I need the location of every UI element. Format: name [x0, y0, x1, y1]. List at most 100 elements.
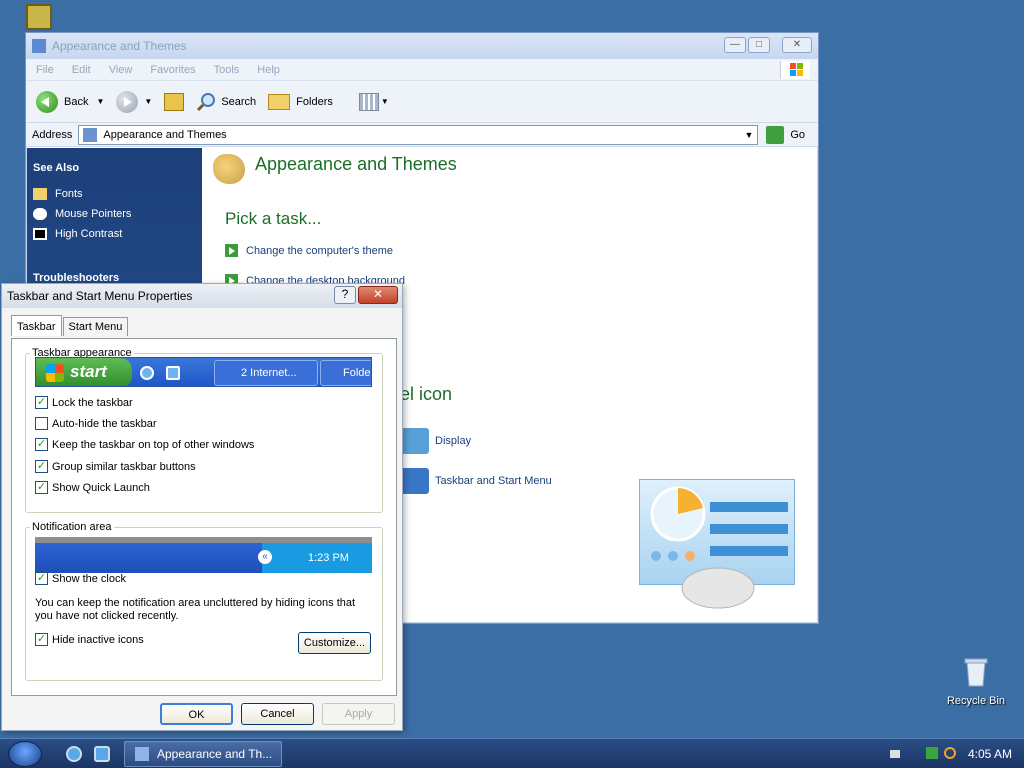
task-arrow-icon: [225, 244, 238, 257]
sidebar-item-fonts[interactable]: Fonts: [27, 184, 202, 204]
recycle-bin[interactable]: Recycle Bin: [940, 656, 1012, 707]
views-button[interactable]: ▼: [358, 92, 389, 111]
ie-quicklaunch-icon[interactable]: [66, 746, 82, 762]
checkbox-box[interactable]: [35, 417, 48, 430]
mouse-icon: [33, 208, 47, 220]
network-icon[interactable]: [926, 747, 938, 759]
sidebar-item-high-contrast[interactable]: High Contrast: [27, 224, 202, 244]
notification-preview: 1:23 PM «: [35, 537, 372, 573]
go-arrow-icon: [766, 125, 785, 144]
sidebar-item-mouse-pointers[interactable]: Mouse Pointers: [27, 204, 202, 224]
taskbar-preview: start 2 Internet... Folde: [35, 357, 372, 387]
dialog-title: Taskbar and Start Menu Properties: [7, 289, 193, 303]
folders-button[interactable]: Folders: [268, 93, 333, 110]
windows-logo-icon: [46, 364, 64, 382]
checkbox-box[interactable]: ✓: [35, 481, 48, 494]
taskbar-icon: [401, 468, 429, 494]
display-icon: [401, 428, 429, 454]
taskbar-start-menu-link[interactable]: Taskbar and Start Menu: [401, 468, 552, 494]
tab-strip: Taskbar Start Menu: [11, 315, 129, 336]
task-label: Change the computer's theme: [246, 244, 394, 257]
checkbox-label: Group similar taskbar buttons: [52, 460, 196, 473]
preview-task-button: 2 Internet...: [214, 360, 318, 386]
menu-favorites[interactable]: Favorites: [150, 64, 195, 76]
menu-view[interactable]: View: [109, 64, 133, 76]
taskbar-start-menu-label: Taskbar and Start Menu: [435, 475, 552, 487]
group-label: Notification area: [32, 521, 112, 533]
up-folder-button[interactable]: [164, 92, 185, 111]
minimize-button[interactable]: —: [724, 37, 746, 53]
page-title: Appearance and Themes: [255, 154, 457, 174]
outlook-quicklaunch-icon[interactable]: [94, 746, 110, 762]
desktop-top-icon[interactable]: [26, 4, 52, 30]
keep-on-top-checkbox[interactable]: ✓ Keep the taskbar on top of other window…: [35, 438, 254, 451]
checkbox-label: Show the clock: [52, 572, 126, 585]
tab-start-menu[interactable]: Start Menu: [62, 317, 129, 336]
dialog-titlebar[interactable]: Taskbar and Start Menu Properties ? ✕: [2, 284, 402, 308]
checkbox-box[interactable]: ✓: [35, 396, 48, 409]
menu-tools[interactable]: Tools: [214, 64, 240, 76]
checkbox-box[interactable]: ✓: [35, 460, 48, 473]
checkbox-box[interactable]: ✓: [35, 633, 48, 646]
chevron-down-icon[interactable]: ▼: [744, 130, 753, 140]
keyboard-icon[interactable]: [890, 750, 900, 758]
close-button[interactable]: ✕: [358, 286, 398, 304]
task-change-theme[interactable]: Change the computer's theme: [225, 244, 393, 257]
explorer-titlebar[interactable]: Appearance and Themes — □ ✕: [26, 33, 818, 59]
task-button-appearance[interactable]: Appearance and Th...: [124, 741, 282, 767]
quick-launch-checkbox[interactable]: ✓ Show Quick Launch: [35, 481, 150, 494]
checkbox-box[interactable]: ✓: [35, 438, 48, 451]
appearance-themes-icon: [213, 154, 245, 184]
customize-button[interactable]: Customize...: [298, 632, 371, 654]
start-button[interactable]: [8, 741, 42, 767]
clock[interactable]: 4:05 AM: [968, 747, 1012, 761]
lock-taskbar-checkbox[interactable]: ✓ Lock the taskbar: [35, 396, 133, 409]
display-link[interactable]: Display: [401, 428, 471, 454]
chevron-down-icon[interactable]: ▼: [144, 97, 152, 106]
hide-inactive-checkbox[interactable]: ✓ Hide inactive icons: [35, 633, 144, 646]
close-button[interactable]: ✕: [782, 37, 812, 53]
taskbar: Appearance and Th... 4:05 AM: [0, 738, 1024, 768]
chevron-down-icon[interactable]: ▼: [381, 97, 389, 106]
auto-hide-checkbox[interactable]: Auto-hide the taskbar: [35, 417, 157, 430]
search-tray-icon[interactable]: [944, 747, 956, 759]
preview-folder-button: Folde: [320, 360, 371, 386]
back-label: Back: [64, 95, 89, 108]
address-input[interactable]: Appearance and Themes ▼: [78, 124, 759, 145]
chevron-down-icon[interactable]: ▼: [96, 97, 104, 106]
go-label: Go: [790, 128, 806, 141]
forward-button[interactable]: ▼: [116, 90, 152, 113]
menu-file[interactable]: File: [36, 64, 54, 76]
tab-taskbar[interactable]: Taskbar: [11, 315, 62, 336]
ok-button[interactable]: OK: [160, 703, 233, 725]
display-label: Display: [435, 435, 472, 447]
search-button[interactable]: Search: [196, 92, 256, 112]
windows-logo-icon: [780, 61, 810, 79]
address-value: Appearance and Themes: [103, 128, 227, 141]
maximize-button[interactable]: □: [748, 37, 770, 53]
high-contrast-icon: [33, 228, 47, 240]
menu-bar: File Edit View Favorites Tools Help: [26, 59, 818, 81]
sidebar-item-label: Mouse Pointers: [55, 208, 132, 220]
checkbox-label: Show Quick Launch: [52, 481, 150, 494]
checkbox-label: Auto-hide the taskbar: [52, 417, 157, 430]
go-button[interactable]: Go: [766, 125, 806, 144]
menu-edit[interactable]: Edit: [72, 64, 91, 76]
control-panel-icon-heading: el icon: [400, 384, 453, 404]
help-button[interactable]: ?: [334, 286, 356, 304]
show-clock-checkbox[interactable]: ✓ Show the clock: [35, 572, 126, 585]
address-label: Address: [32, 128, 73, 141]
views-icon: [358, 92, 379, 111]
tab-panel: Taskbar appearance start 2 Internet... F…: [11, 338, 397, 696]
back-button[interactable]: Back ▼: [36, 90, 104, 113]
fonts-folder-icon: [33, 188, 47, 200]
menu-help[interactable]: Help: [257, 64, 280, 76]
cancel-button[interactable]: Cancel: [241, 703, 314, 725]
apply-button[interactable]: Apply: [322, 703, 395, 725]
up-folder-icon: [164, 92, 185, 111]
ie-quicklaunch-icon: [140, 366, 154, 380]
toolbar: Back ▼ ▼ Search Folders ▼: [26, 81, 818, 123]
group-buttons-checkbox[interactable]: ✓ Group similar taskbar buttons: [35, 460, 196, 473]
sidebar-item-label: High Contrast: [55, 228, 123, 240]
checkbox-box[interactable]: ✓: [35, 572, 48, 585]
